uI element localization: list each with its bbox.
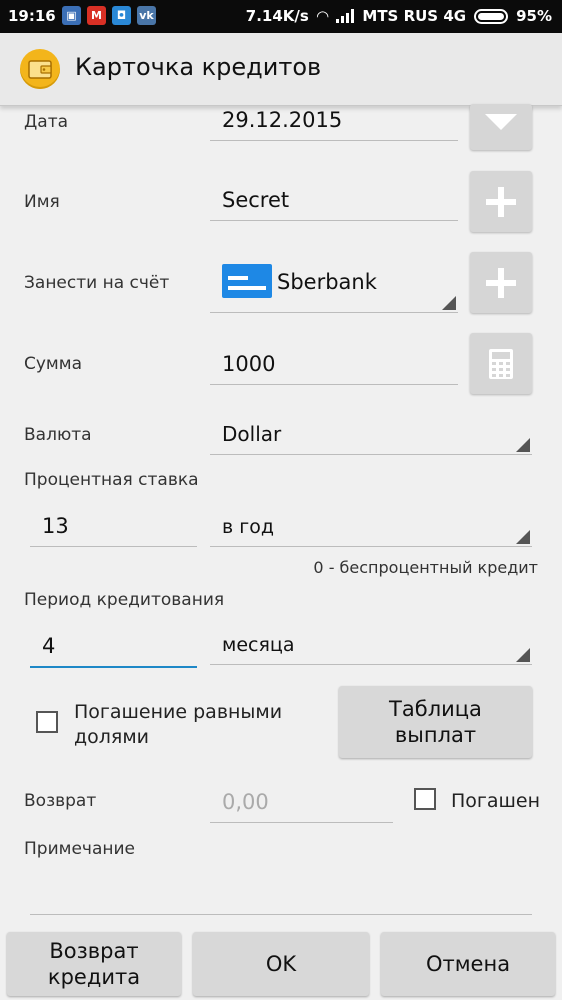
- term-unit-value: месяца: [222, 634, 295, 656]
- cancel-button[interactable]: Отмена: [381, 932, 555, 996]
- term-unit-select[interactable]: месяца: [210, 626, 532, 665]
- account-value: Sberbank: [277, 270, 377, 294]
- net-speed: 7.14K/s: [245, 7, 309, 25]
- app-notification-icon: ◘: [112, 6, 131, 25]
- return-credit-button[interactable]: Возврат кредита: [7, 932, 181, 996]
- schedule-button-line1: Таблица: [389, 697, 482, 721]
- payment-schedule-button[interactable]: Таблица выплат: [339, 686, 532, 758]
- currency-value: Dollar: [222, 422, 282, 446]
- account-select[interactable]: Sberbank: [210, 258, 458, 313]
- notification-icons: ▣ M ◘ vk: [62, 6, 156, 25]
- term-label: Период кредитования: [24, 590, 225, 610]
- calculator-icon: [489, 348, 513, 379]
- return-button-line2: кредита: [47, 965, 141, 989]
- returned-placeholder: 0,00: [222, 790, 269, 814]
- interest-rate-field[interactable]: 13: [30, 508, 197, 547]
- return-button-line1: Возврат: [49, 939, 139, 963]
- amount-label: Сумма: [24, 354, 82, 374]
- returned-field[interactable]: 0,00: [210, 780, 393, 823]
- interest-label: Процентная ставка: [24, 470, 199, 490]
- dropdown-arrow-icon: [516, 648, 530, 662]
- signal-icon: [336, 9, 355, 23]
- equal-parts-label-line2: долями: [74, 726, 150, 748]
- wifi-icon: ◠: [316, 7, 329, 25]
- date-picker-button[interactable]: [470, 104, 532, 150]
- amount-field[interactable]: 1000: [210, 340, 458, 385]
- app-notification-icon: ▣: [62, 6, 81, 25]
- date-value: 29.12.2015: [222, 108, 343, 132]
- interest-period-value: в год: [222, 516, 274, 538]
- carrier-name: MTS RUS 4G: [362, 7, 467, 25]
- date-field[interactable]: 29.12.2015: [210, 104, 458, 141]
- equal-parts-label: Погашение равными долями: [74, 700, 282, 750]
- interest-period-select[interactable]: в год: [210, 508, 532, 547]
- name-label: Имя: [24, 192, 60, 212]
- note-label: Примечание: [24, 839, 135, 859]
- add-name-button[interactable]: [470, 171, 532, 232]
- status-right: 7.14K/s ◠ MTS RUS 4G 95%: [246, 7, 552, 25]
- note-field[interactable]: [30, 874, 532, 915]
- equal-parts-checkbox[interactable]: [36, 711, 58, 733]
- status-time: 19:16: [8, 7, 56, 25]
- battery-level: 95%: [516, 7, 552, 25]
- dropdown-arrow-icon: [516, 438, 530, 452]
- dropdown-arrow-icon: [442, 296, 456, 310]
- name-field[interactable]: Secret: [210, 178, 458, 221]
- interest-rate-value: 13: [42, 514, 69, 538]
- term-field[interactable]: 4: [30, 626, 197, 668]
- returned-label: Возврат: [24, 791, 97, 811]
- paid-off-checkbox[interactable]: [414, 788, 436, 810]
- wallet-icon: [20, 49, 60, 89]
- currency-select[interactable]: Dollar: [210, 412, 532, 455]
- ok-button[interactable]: OK: [193, 932, 369, 996]
- add-account-button[interactable]: [470, 252, 532, 313]
- chevron-down-icon: [485, 114, 517, 130]
- interest-hint: 0 - беспроцентный кредит: [313, 558, 538, 577]
- term-value: 4: [42, 634, 56, 658]
- dropdown-arrow-icon: [516, 530, 530, 544]
- calculator-button[interactable]: [470, 333, 532, 394]
- equal-parts-label-line1: Погашение равными: [74, 701, 283, 723]
- plus-icon: [486, 267, 516, 298]
- schedule-button-line2: выплат: [394, 723, 477, 747]
- name-value: Secret: [222, 188, 290, 212]
- amount-value: 1000: [222, 352, 276, 376]
- app-bar: Карточка кредитов: [0, 33, 562, 106]
- plus-icon: [486, 186, 516, 217]
- status-bar: 19:16 ▣ M ◘ vk 7.14K/s ◠ MTS RUS 4G 95%: [0, 0, 562, 33]
- page-title: Карточка кредитов: [75, 53, 322, 81]
- battery-icon: [474, 8, 509, 24]
- paid-off-label: Погашен: [451, 790, 541, 812]
- vk-icon: vk: [137, 6, 156, 25]
- account-label: Занести на счёт: [24, 273, 170, 293]
- currency-label: Валюта: [24, 425, 92, 445]
- date-label: Дата: [24, 112, 69, 132]
- gmail-icon: M: [87, 6, 106, 25]
- account-icon: [222, 264, 272, 298]
